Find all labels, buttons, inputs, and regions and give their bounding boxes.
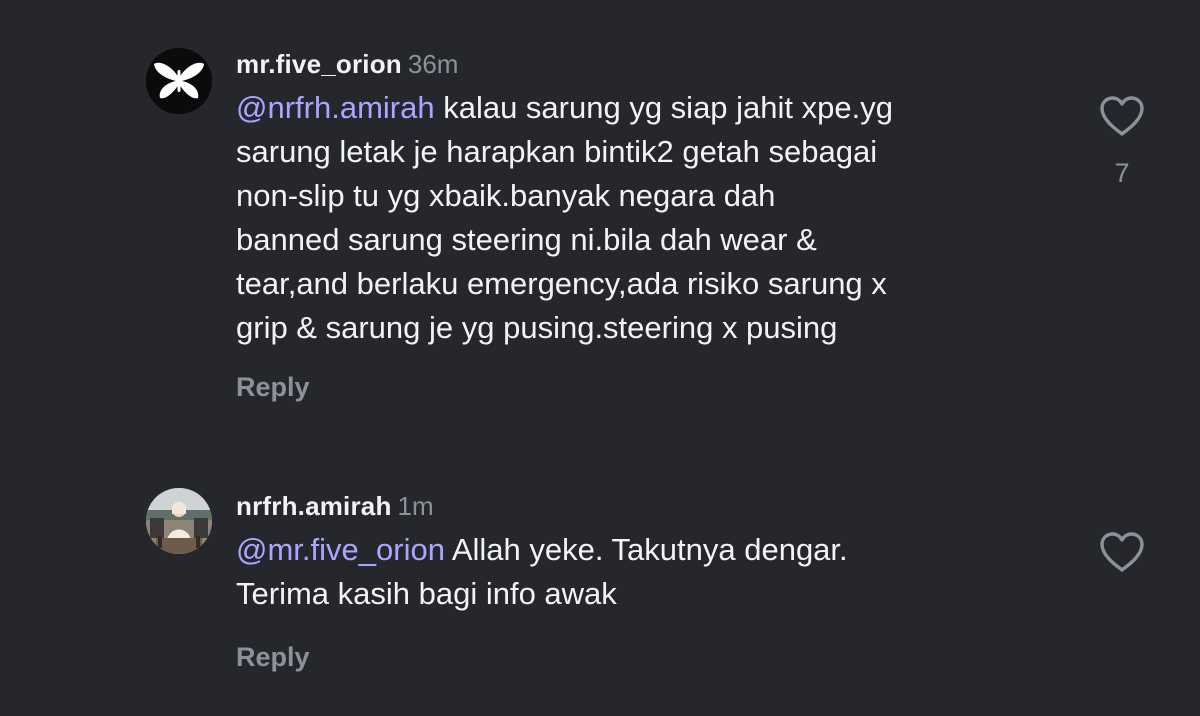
reply-button[interactable]: Reply <box>236 642 1056 673</box>
avatar[interactable] <box>146 48 212 114</box>
comment-header: mr.five_orion 36m <box>236 44 1056 84</box>
like-control <box>1098 530 1146 574</box>
comment-line: Terima kasih bagi info awak <box>236 576 617 611</box>
mention-link[interactable]: @mr.five_orion <box>236 532 445 567</box>
timestamp: 36m <box>407 49 459 79</box>
like-control: 7 <box>1098 94 1146 189</box>
heart-outline-icon[interactable] <box>1098 94 1146 138</box>
comment-line: banned sarung steering ni.bila dah wear … <box>236 222 817 257</box>
mention-link[interactable]: @nrfrh.amirah <box>236 90 435 125</box>
comment-body: nrfrh.amirah 1m @mr.five_orion Allah yeke… <box>236 486 1056 673</box>
comment-header: nrfrh.amirah 1m <box>236 486 1056 526</box>
reply-button[interactable]: Reply <box>236 372 1056 403</box>
username[interactable]: mr.five_orion <box>236 49 402 79</box>
comment-text: @nrfrh.amirah kalau sarung yg siap jahit… <box>236 86 1056 350</box>
comment-text: @mr.five_orion Allah yeke. Takutnya deng… <box>236 528 1056 616</box>
username[interactable]: nrfrh.amirah <box>236 491 392 521</box>
comment-line: sarung letak je harapkan bintik2 getah s… <box>236 134 878 169</box>
butterfly-avatar-icon <box>146 48 212 114</box>
comment-body: mr.five_orion 36m @nrfrh.amirah kalau sar… <box>236 44 1056 403</box>
comment-line-text: Allah yeke. Takutnya dengar. <box>444 532 848 567</box>
heart-outline-icon[interactable] <box>1098 530 1146 574</box>
profile-photo-avatar-icon <box>146 488 212 554</box>
comment-line: non-slip tu yg xbaik.banyak negara dah <box>236 178 776 213</box>
comment-line-text: kalau sarung yg siap jahit xpe.yg <box>434 90 893 125</box>
avatar[interactable] <box>146 488 212 554</box>
comment-line: grip & sarung je yg pusing.steering x pu… <box>236 310 838 345</box>
like-count: 7 <box>1114 158 1130 188</box>
comment-line: tear,and berlaku emergency,ada risiko sa… <box>236 266 887 301</box>
comment-line: @mr.five_orion Allah yeke. Takutnya deng… <box>236 528 1056 572</box>
comment-line: @nrfrh.amirah kalau sarung yg siap jahit… <box>236 86 1056 130</box>
timestamp: 1m <box>397 491 434 521</box>
comments-thread: mr.five_orion 36m @nrfrh.amirah kalau sar… <box>0 0 1200 716</box>
